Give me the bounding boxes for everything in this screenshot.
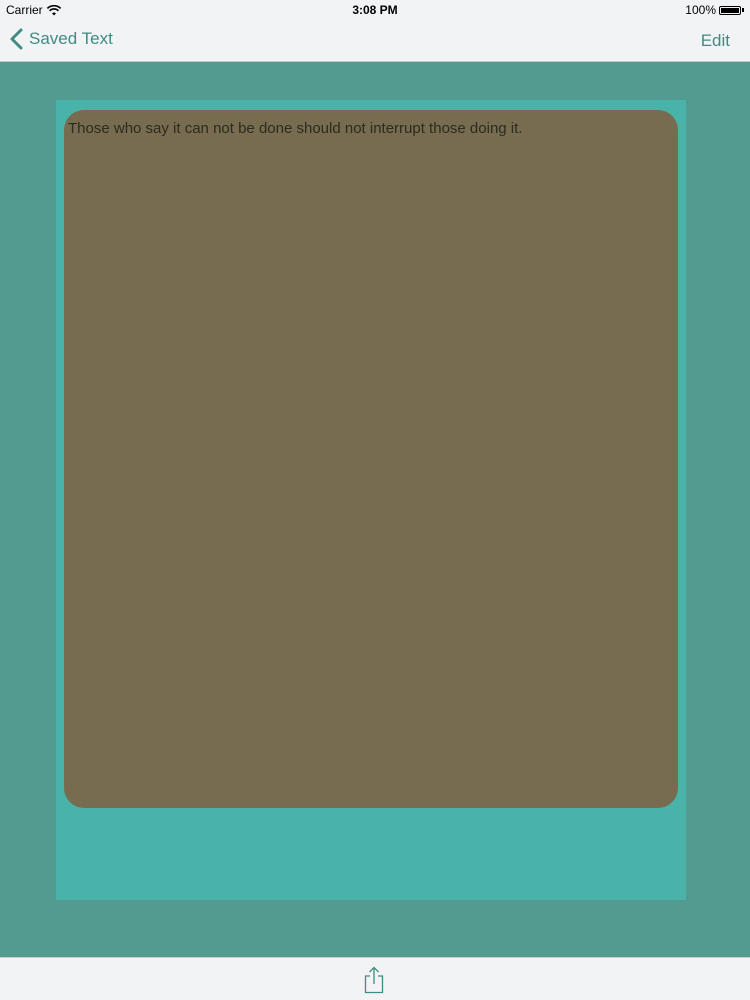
saved-text: Those who say it can not be done should … [68, 120, 523, 137]
navigation-bar: Saved Text Edit [0, 20, 750, 62]
battery-icon [719, 5, 741, 15]
battery-cap [742, 8, 744, 12]
bottom-toolbar [0, 957, 750, 1000]
share-icon[interactable] [363, 966, 385, 994]
status-time: 3:08 PM [352, 3, 398, 17]
edit-button[interactable]: Edit [701, 31, 730, 51]
content-frame: Those who say it can not be done should … [56, 100, 686, 900]
status-battery: 100% [685, 3, 744, 17]
back-button-label: Saved Text [29, 29, 113, 48]
text-card: Those who say it can not be done should … [64, 110, 678, 808]
status-bar: Carrier 3:08 PM 100% [0, 0, 750, 20]
battery-percent: 100% [685, 3, 716, 17]
back-button[interactable]: Saved Text [10, 28, 113, 50]
chevron-left-icon [10, 28, 23, 50]
